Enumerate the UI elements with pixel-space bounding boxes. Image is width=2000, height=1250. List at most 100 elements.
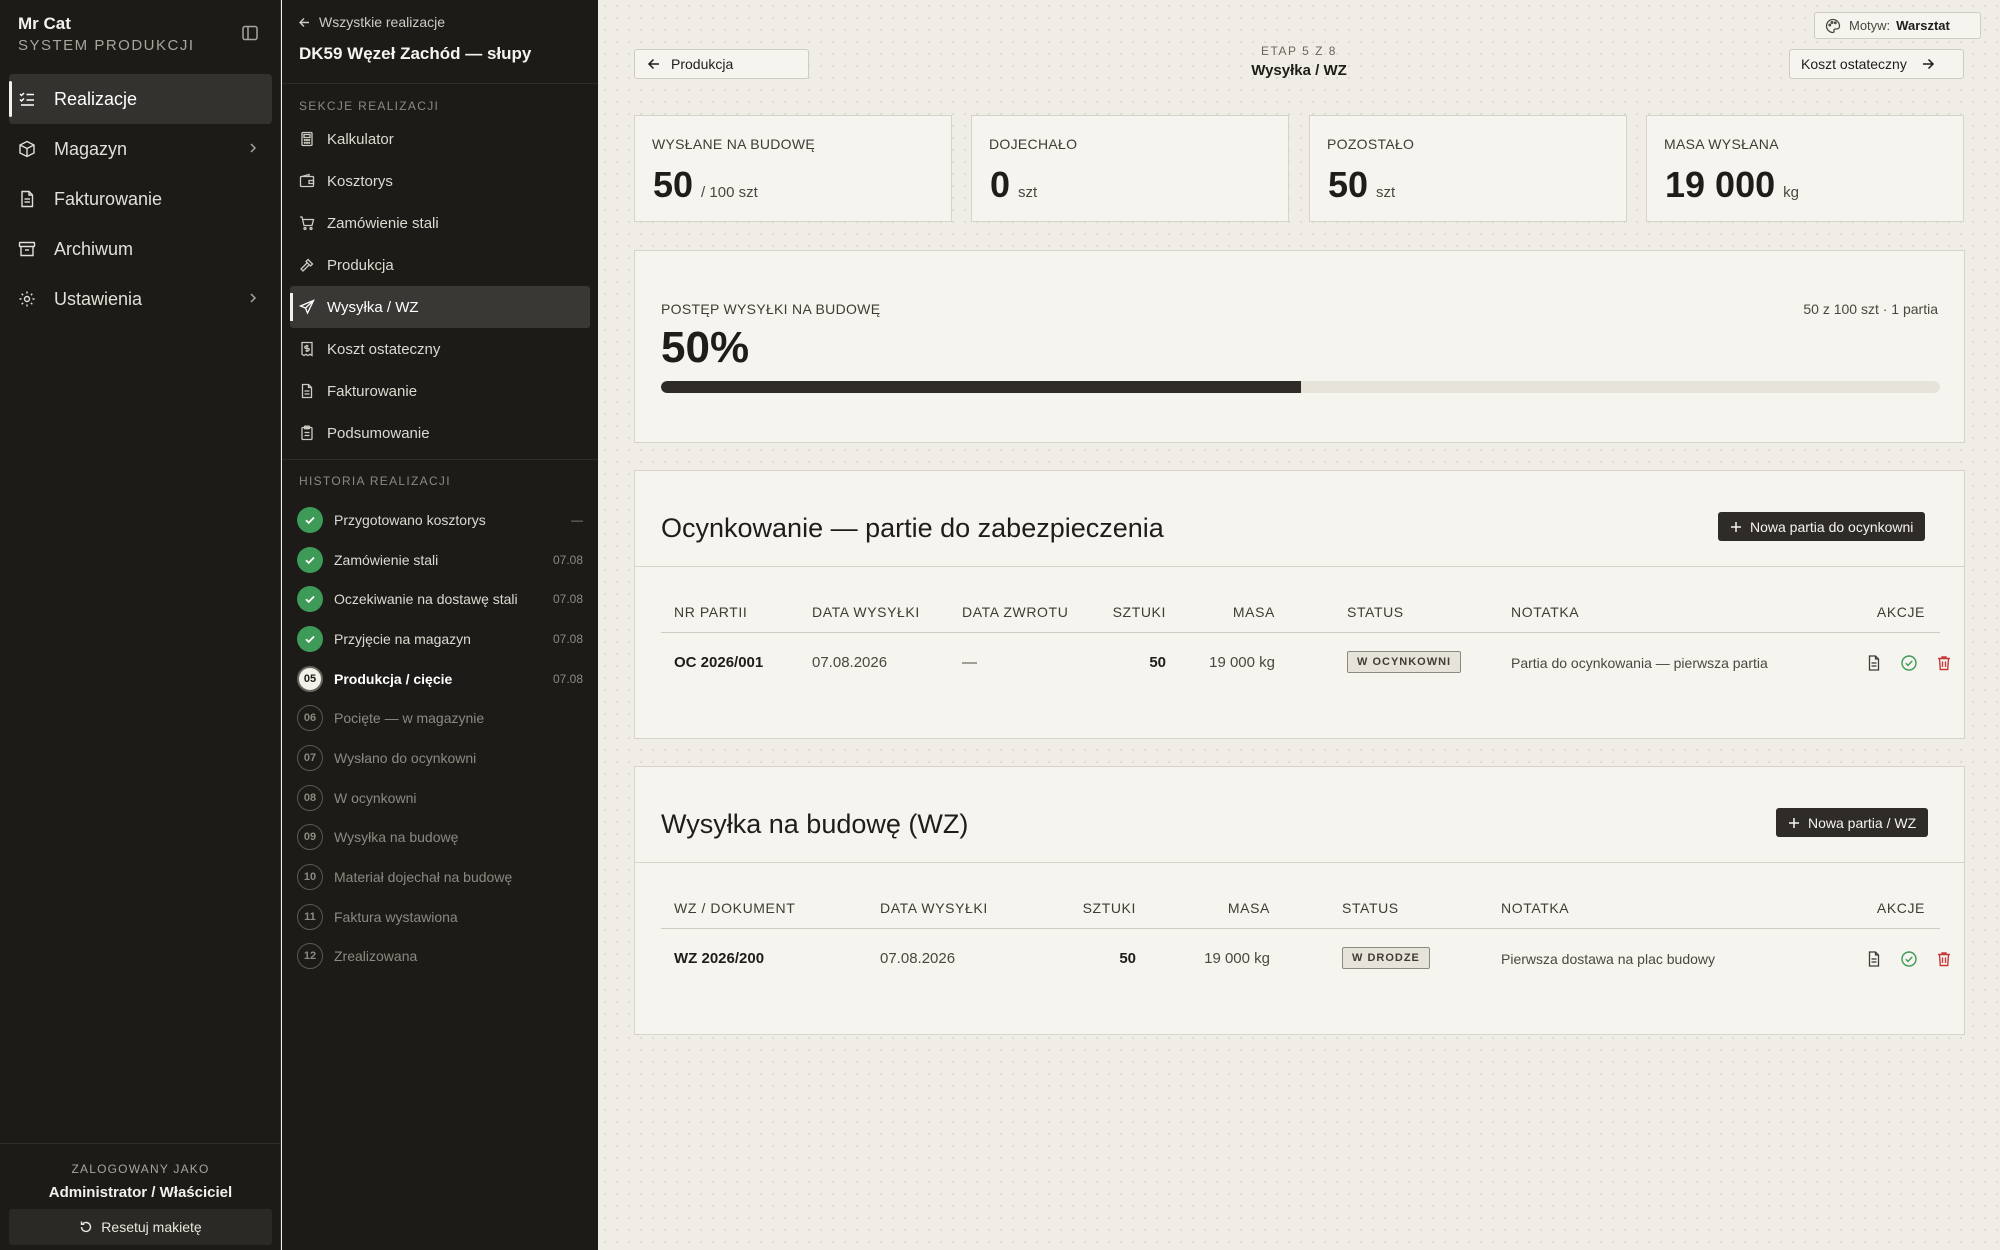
main-content: Motyw: Warsztat Produkcja ETAP 5 Z 8 Wys…	[599, 0, 2000, 1250]
history-item: Przygotowano kosztorys —	[297, 500, 583, 540]
col-header: SZTUKI	[1112, 604, 1166, 620]
realization-title: DK59 Węzeł Zachód — słupy	[299, 44, 532, 63]
history-label: Pocięte — w magazynie	[334, 710, 485, 727]
step-number-badge: 10	[297, 864, 323, 891]
stat-label: MASA WYSŁANA	[1664, 136, 1779, 152]
mass: 19 000 kg	[1204, 950, 1270, 967]
history-date: 07.08	[552, 592, 583, 607]
history-item: 09 Wysyłka na budowę	[297, 818, 583, 858]
nav-label: Fakturowanie	[54, 188, 163, 209]
brand-subtitle: SYSTEM PRODUKCJI	[18, 37, 195, 54]
document-icon[interactable]	[1865, 950, 1883, 968]
history-label: Przygotowano kosztorys	[334, 511, 486, 528]
col-header: SZTUKI	[1082, 900, 1136, 916]
col-header: WZ / DOKUMENT	[674, 900, 796, 916]
col-header: AKCJE	[1876, 900, 1925, 916]
section-label: Wysyłka / WZ	[327, 298, 419, 316]
theme-switcher[interactable]: Motyw: Warsztat	[1814, 12, 1981, 39]
section-label: Podsumowanie	[327, 424, 430, 442]
stat-value: 50 / 100 szt	[653, 164, 758, 206]
sent-date: 07.08.2026	[812, 654, 888, 671]
step-count: ETAP 5 Z 8	[1261, 44, 1337, 58]
reset-icon	[81, 1221, 92, 1233]
back-label: Wszystkie realizacje	[319, 14, 446, 30]
col-header: STATUS	[1342, 900, 1399, 916]
document-icon	[299, 383, 315, 399]
step-number-badge: 11	[297, 903, 323, 930]
back-to-realizations-link[interactable]: Wszystkie realizacje	[298, 14, 445, 30]
section-item-podsumowanie[interactable]: Podsumowanie	[290, 412, 590, 454]
prev-step-button[interactable]: Produkcja	[634, 49, 809, 79]
check-circle-icon[interactable]	[1900, 654, 1918, 672]
shipping-card: Wysyłka na budowę (WZ) Nowa partia / WZ …	[634, 766, 1965, 1035]
realization-panel: Wszystkie realizacje DK59 Węzeł Zachód —…	[282, 0, 598, 1250]
nav-item-ustawienia[interactable]: Ustawienia	[9, 274, 272, 324]
history-item: Oczekiwanie na dostawę stali 07.08	[297, 579, 583, 619]
col-header: MASA	[1232, 604, 1275, 620]
section-label: Kosztorys	[327, 172, 393, 190]
prev-step-label: Produkcja	[671, 56, 734, 72]
stat-label: WYSŁANE NA BUDOWĘ	[652, 136, 816, 152]
section-item-koszt-ostateczny[interactable]: Koszt ostateczny	[290, 328, 590, 370]
logged-in-user: Administrator / Właściciel	[48, 1184, 233, 1201]
nav-item-realizacje[interactable]: Realizacje	[9, 74, 272, 124]
stat-number: 50	[653, 164, 694, 205]
col-header: NR PARTII	[674, 604, 748, 620]
stat-label: DOJECHAŁO	[989, 136, 1078, 152]
stat-value: 19 000 kg	[1665, 164, 1799, 206]
section-label: Kalkulator	[327, 130, 394, 148]
header-line	[661, 928, 1940, 929]
nav-item-magazyn[interactable]: Magazyn	[9, 124, 272, 174]
hammer-icon	[299, 257, 315, 273]
section-item-wysylka-wz[interactable]: Wysyłka / WZ	[290, 286, 590, 328]
status-badge: W OCYNKOWNI	[1347, 651, 1462, 673]
section-label: Produkcja	[327, 256, 394, 274]
reset-mockup-button[interactable]: Resetuj makietę	[9, 1209, 272, 1245]
add-galvanizing-batch-button[interactable]: Nowa partia do ocynkowni	[1718, 512, 1926, 541]
arrow-left-icon	[299, 17, 309, 27]
brand-name: Mr Cat	[18, 14, 71, 33]
calculator-icon	[299, 131, 315, 147]
sections-heading: SEKCJE REALIZACJI	[299, 99, 440, 113]
section-item-produkcja[interactable]: Produkcja	[290, 244, 590, 286]
check-circle-icon	[297, 625, 323, 652]
stat-card-remaining: POZOSTAŁO 50 szt	[1309, 115, 1627, 222]
sidebar-toggle-icon[interactable]	[241, 24, 261, 44]
sent-date: 07.08.2026	[880, 950, 956, 967]
add-shipping-batch-button[interactable]: Nowa partia / WZ	[1776, 808, 1929, 837]
return-date: —	[962, 654, 977, 671]
step-number-badge: 06	[297, 705, 323, 732]
stat-value: 0 szt	[990, 164, 1037, 206]
arrow-right-icon	[1922, 58, 1934, 70]
stat-unit: szt	[1376, 184, 1396, 201]
nav-item-archiwum[interactable]: Archiwum	[9, 224, 272, 274]
theme-label: Motyw:	[1849, 18, 1891, 33]
section-item-kalkulator[interactable]: Kalkulator	[290, 118, 590, 160]
stat-card-mass: MASA WYSŁANA 19 000 kg	[1646, 115, 1964, 222]
history-item: Przyjęcie na magazyn 07.08	[297, 619, 583, 659]
section-item-kosztorys[interactable]: Kosztorys	[290, 160, 590, 202]
section-list: Kalkulator Kosztorys Zamówienie stali Pr…	[290, 118, 590, 454]
step-indicator: ETAP 5 Z 8 Wysyłka / WZ	[1099, 44, 1499, 79]
chevron-right-icon	[246, 141, 260, 155]
check-circle-icon[interactable]	[1900, 950, 1918, 968]
document-icon[interactable]	[1865, 654, 1883, 672]
nav-item-fakturowanie[interactable]: Fakturowanie	[9, 174, 272, 224]
sidebar-footer: ZALOGOWANY JAKO Administrator / Właścici…	[0, 1143, 281, 1250]
col-header: DATA ZWROTU	[962, 604, 1069, 620]
col-header: DATA WYSYŁKI	[880, 900, 988, 916]
next-step-button[interactable]: Koszt ostateczny	[1789, 49, 1964, 79]
divider	[635, 566, 1964, 567]
trash-icon[interactable]	[1935, 950, 1953, 968]
col-header: AKCJE	[1876, 604, 1925, 620]
header-line	[661, 632, 1940, 633]
batch-number: OC 2026/001	[674, 654, 764, 671]
section-item-fakturowanie[interactable]: Fakturowanie	[290, 370, 590, 412]
history-item-current: 05 Produkcja / cięcie 07.08	[297, 659, 583, 699]
quantity: 50	[1119, 950, 1136, 967]
step-number-badge: 05	[297, 665, 323, 692]
section-item-zamowienie-stali[interactable]: Zamówienie stali	[290, 202, 590, 244]
step-number-badge: 12	[297, 943, 323, 970]
col-header: STATUS	[1347, 604, 1404, 620]
trash-icon[interactable]	[1935, 654, 1953, 672]
